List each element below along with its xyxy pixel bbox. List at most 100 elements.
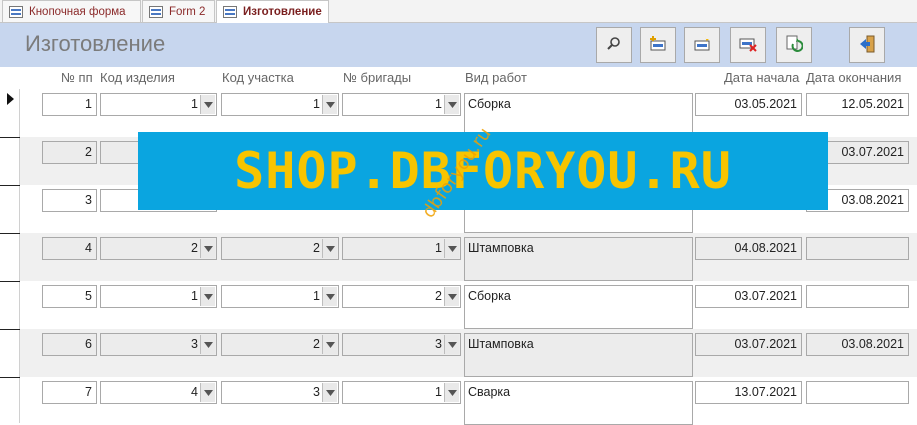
tab-form-2[interactable]: Form 2: [142, 0, 215, 22]
section-combo[interactable]: 2: [221, 237, 339, 260]
product-combo[interactable]: 1: [100, 93, 217, 116]
exit-icon: [858, 35, 876, 56]
chevron-down-icon[interactable]: [322, 335, 337, 354]
add-record-button[interactable]: [684, 27, 720, 63]
chevron-down-icon[interactable]: [200, 95, 215, 114]
combo-value: 2: [435, 289, 442, 303]
work-type-field[interactable]: Сварка: [464, 381, 693, 425]
form-icon: [9, 5, 23, 18]
section-combo[interactable]: 3: [221, 381, 339, 404]
work-type-field[interactable]: Сборка: [464, 93, 693, 137]
section-combo[interactable]: 1: [221, 285, 339, 308]
combo-value: 2: [313, 241, 320, 255]
start-date-field[interactable]: 03.05.2021: [695, 93, 802, 116]
tab-label: Form 2: [169, 5, 206, 18]
num-field[interactable]: 1: [42, 93, 97, 116]
brigade-combo[interactable]: 1: [342, 93, 461, 116]
record-row: 5 1 1 2 Сборка 03.07.2021: [20, 281, 917, 329]
end-date-field[interactable]: [806, 285, 909, 308]
product-combo[interactable]: 3: [100, 333, 217, 356]
record-selector-divider: [0, 233, 20, 234]
document-tab-bar: Кнопочная форма Form 2 Изготовление: [0, 0, 917, 23]
chevron-down-icon[interactable]: [444, 287, 459, 306]
combo-value: 2: [191, 241, 198, 255]
record-selector-divider: [0, 329, 20, 330]
end-date-field[interactable]: [806, 381, 909, 404]
start-date-field[interactable]: 03.07.2021: [695, 333, 802, 356]
end-date-field[interactable]: [806, 237, 909, 260]
tab-izgotovlenie[interactable]: Изготовление: [216, 0, 329, 23]
tab-knopochnaya-forma[interactable]: Кнопочная форма: [2, 0, 141, 22]
num-field[interactable]: 4: [42, 237, 97, 260]
work-type-field[interactable]: Штамповка: [464, 333, 693, 377]
current-record-arrow-icon: [7, 93, 15, 108]
chevron-down-icon[interactable]: [322, 239, 337, 258]
combo-value: 1: [313, 97, 320, 111]
col-product-label: Код изделия: [100, 70, 175, 85]
record-selector-divider: [0, 137, 20, 138]
section-combo[interactable]: 1: [221, 93, 339, 116]
refresh-button[interactable]: [776, 27, 812, 63]
product-combo[interactable]: 2: [100, 237, 217, 260]
num-field[interactable]: 7: [42, 381, 97, 404]
record-row: 7 4 3 1 Сварка 13.07.2021: [20, 377, 917, 425]
combo-value: 4: [191, 385, 198, 399]
record-row: 6 3 2 3 Штамповка 03.07.2021 03.08.2021: [20, 329, 917, 377]
combo-value: 1: [435, 385, 442, 399]
num-field[interactable]: 3: [42, 189, 97, 212]
end-date-field[interactable]: 03.08.2021: [806, 333, 909, 356]
col-start-label: Дата начала: [724, 70, 800, 85]
combo-value: 1: [191, 289, 198, 303]
work-type-field[interactable]: Сборка: [464, 285, 693, 329]
search-icon: [606, 36, 622, 55]
form-icon: [149, 5, 163, 18]
num-field[interactable]: 2: [42, 141, 97, 164]
section-combo[interactable]: 2: [221, 333, 339, 356]
form-title: Изготовление: [25, 31, 166, 56]
start-date-field[interactable]: 13.07.2021: [695, 381, 802, 404]
end-date-field[interactable]: 12.05.2021: [806, 93, 909, 116]
start-date-field[interactable]: 03.07.2021: [695, 285, 802, 308]
chevron-down-icon[interactable]: [322, 95, 337, 114]
col-work-label: Вид работ: [465, 70, 527, 85]
delete-record-button[interactable]: [730, 27, 766, 63]
brigade-combo[interactable]: 1: [342, 237, 461, 260]
combo-value: 1: [435, 241, 442, 255]
record-selector-strip: [0, 89, 20, 423]
chevron-down-icon[interactable]: [444, 383, 459, 402]
combo-value: 1: [313, 289, 320, 303]
form-icon: [223, 6, 237, 18]
combo-value: 1: [191, 97, 198, 111]
product-combo[interactable]: 1: [100, 285, 217, 308]
chevron-down-icon[interactable]: [322, 383, 337, 402]
col-num-label: № пп: [61, 70, 93, 85]
num-field[interactable]: 5: [42, 285, 97, 308]
combo-value: 3: [191, 337, 198, 351]
product-combo[interactable]: 4: [100, 381, 217, 404]
new-record-button[interactable]: [640, 27, 676, 63]
col-section-label: Код участка: [222, 70, 294, 85]
delete-record-icon: [739, 36, 757, 55]
refresh-icon: [785, 35, 804, 56]
chevron-down-icon[interactable]: [444, 95, 459, 114]
start-date-field[interactable]: 04.08.2021: [695, 237, 802, 260]
exit-button[interactable]: [849, 27, 885, 63]
chevron-down-icon[interactable]: [200, 335, 215, 354]
chevron-down-icon[interactable]: [200, 383, 215, 402]
chevron-down-icon[interactable]: [200, 239, 215, 258]
brigade-combo[interactable]: 3: [342, 333, 461, 356]
brigade-combo[interactable]: 2: [342, 285, 461, 308]
chevron-down-icon[interactable]: [200, 287, 215, 306]
search-button[interactable]: [596, 27, 632, 63]
combo-value: 3: [313, 385, 320, 399]
new-record-icon: [649, 35, 667, 55]
tab-label: Изготовление: [243, 6, 322, 18]
col-end-label: Дата окончания: [806, 70, 902, 85]
tab-label: Кнопочная форма: [29, 5, 126, 18]
chevron-down-icon[interactable]: [444, 239, 459, 258]
chevron-down-icon[interactable]: [444, 335, 459, 354]
num-field[interactable]: 6: [42, 333, 97, 356]
work-type-field[interactable]: Штамповка: [464, 237, 693, 281]
brigade-combo[interactable]: 1: [342, 381, 461, 404]
chevron-down-icon[interactable]: [322, 287, 337, 306]
